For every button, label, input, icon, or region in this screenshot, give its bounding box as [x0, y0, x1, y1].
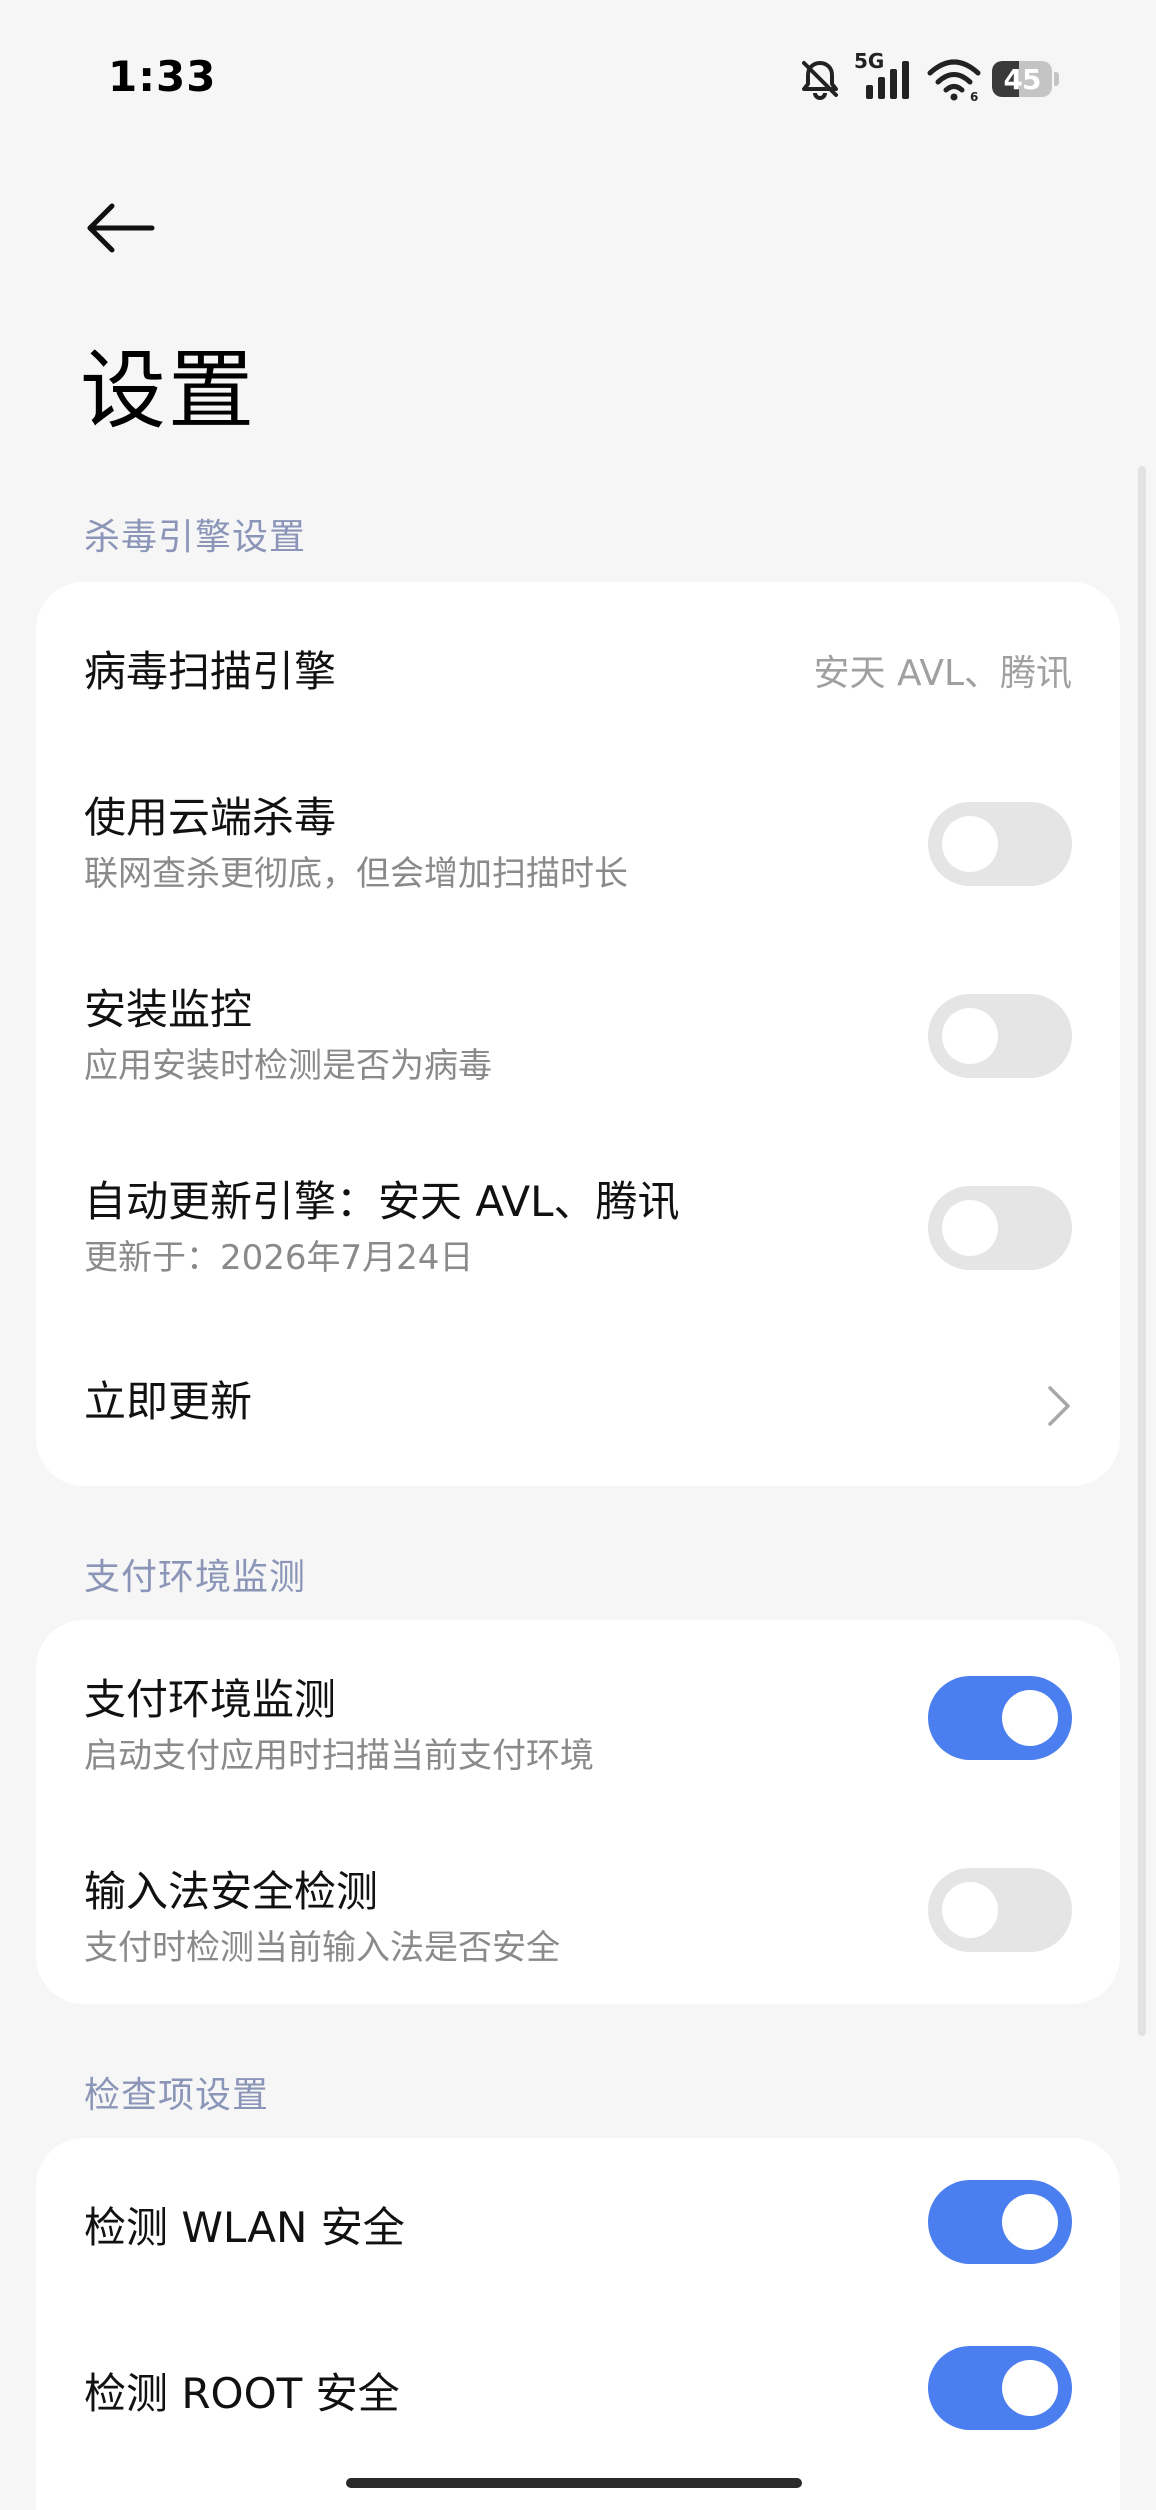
row-title: 检测 ROOT 安全: [84, 2369, 400, 2418]
arrow-left-icon: [87, 203, 155, 253]
wifi-icon: 6: [926, 55, 982, 103]
auto-update-engine-toggle[interactable]: [928, 1186, 1072, 1270]
cloud-antivirus-toggle[interactable]: [928, 802, 1072, 886]
row-subtitle: 更新于：2026年7月24日: [84, 1238, 474, 1278]
input-method-security-row[interactable]: 输入法安全检测 支付时检测当前输入法是否安全: [36, 1812, 1120, 2004]
check-items-card: 检测 WLAN 安全 检测 ROOT 安全: [36, 2138, 1120, 2510]
chevron-right-icon: [1048, 1386, 1070, 1426]
root-security-toggle[interactable]: [928, 2346, 1072, 2430]
back-button[interactable]: [80, 188, 160, 268]
row-title: 支付环境监测: [84, 1675, 337, 1724]
battery-level: 45: [1003, 62, 1042, 96]
input-method-security-toggle[interactable]: [928, 1868, 1072, 1952]
row-title: 安装监控: [84, 985, 253, 1034]
svg-text:6: 6: [970, 90, 978, 103]
row-title: 使用云端杀毒: [84, 793, 337, 842]
home-indicator[interactable]: [346, 2478, 802, 2488]
wlan-security-row[interactable]: 检测 WLAN 安全: [36, 2138, 1120, 2304]
cloud-antivirus-row[interactable]: 使用云端杀毒 联网查杀更彻底，但会增加扫描时长: [36, 752, 1120, 944]
update-now-row[interactable]: 立即更新: [36, 1328, 1120, 1486]
signal-icon: 5G: [854, 49, 916, 103]
wlan-security-toggle[interactable]: [928, 2180, 1072, 2264]
section-label-payment-environment: 支付环境监测: [84, 1557, 307, 1598]
row-title: 检测 WLAN 安全: [84, 2203, 405, 2252]
row-title: 输入法安全检测: [84, 1867, 379, 1916]
install-monitor-toggle[interactable]: [928, 994, 1072, 1078]
section-label-antivirus-engine: 杀毒引擎设置: [84, 517, 307, 558]
row-subtitle: 联网查杀更彻底，但会增加扫描时长: [84, 854, 628, 894]
payment-environment-card: 支付环境监测 启动支付应用时扫描当前支付环境 输入法安全检测 支付时检测当前输入…: [36, 1620, 1120, 2004]
root-security-row[interactable]: 检测 ROOT 安全: [36, 2304, 1120, 2470]
status-icons: 5G 6 45: [796, 49, 1060, 104]
status-time: 1:33: [108, 52, 217, 101]
row-value: 安天 AVL、腾讯: [813, 653, 1072, 694]
status-bar: 1:33 5G 6 45: [0, 0, 1156, 160]
row-title: 病毒扫描引擎: [84, 647, 337, 696]
section-label-check-items: 检查项设置: [84, 2075, 270, 2116]
page-title: 设置: [80, 341, 256, 441]
scrollbar[interactable]: [1138, 466, 1146, 2036]
install-monitor-row[interactable]: 安装监控 应用安装时检测是否为病毒: [36, 944, 1120, 1136]
row-title: 自动更新引擎：安天 AVL、腾讯: [84, 1177, 680, 1226]
row-subtitle: 支付时检测当前输入法是否安全: [84, 1928, 560, 1968]
row-title: 立即更新: [84, 1377, 253, 1426]
row-subtitle: 启动支付应用时扫描当前支付环境: [84, 1736, 594, 1776]
battery-icon: 45: [992, 61, 1060, 97]
bell-muted-icon: [796, 55, 844, 103]
row-subtitle: 应用安装时检测是否为病毒: [84, 1046, 492, 1086]
auto-update-engine-row[interactable]: 自动更新引擎：安天 AVL、腾讯 更新于：2026年7月24日: [36, 1136, 1120, 1328]
payment-environment-row[interactable]: 支付环境监测 启动支付应用时扫描当前支付环境: [36, 1620, 1120, 1812]
antivirus-engine-card: 病毒扫描引擎 安天 AVL、腾讯 使用云端杀毒 联网查杀更彻底，但会增加扫描时长…: [36, 582, 1120, 1486]
payment-environment-toggle[interactable]: [928, 1676, 1072, 1760]
virus-scan-engine-row[interactable]: 病毒扫描引擎 安天 AVL、腾讯: [36, 582, 1120, 752]
settings-screen: 1:33 5G 6 45 设置 杀毒引擎设置 病毒扫描引擎 安天 AVL、腾讯 …: [0, 0, 1156, 2510]
